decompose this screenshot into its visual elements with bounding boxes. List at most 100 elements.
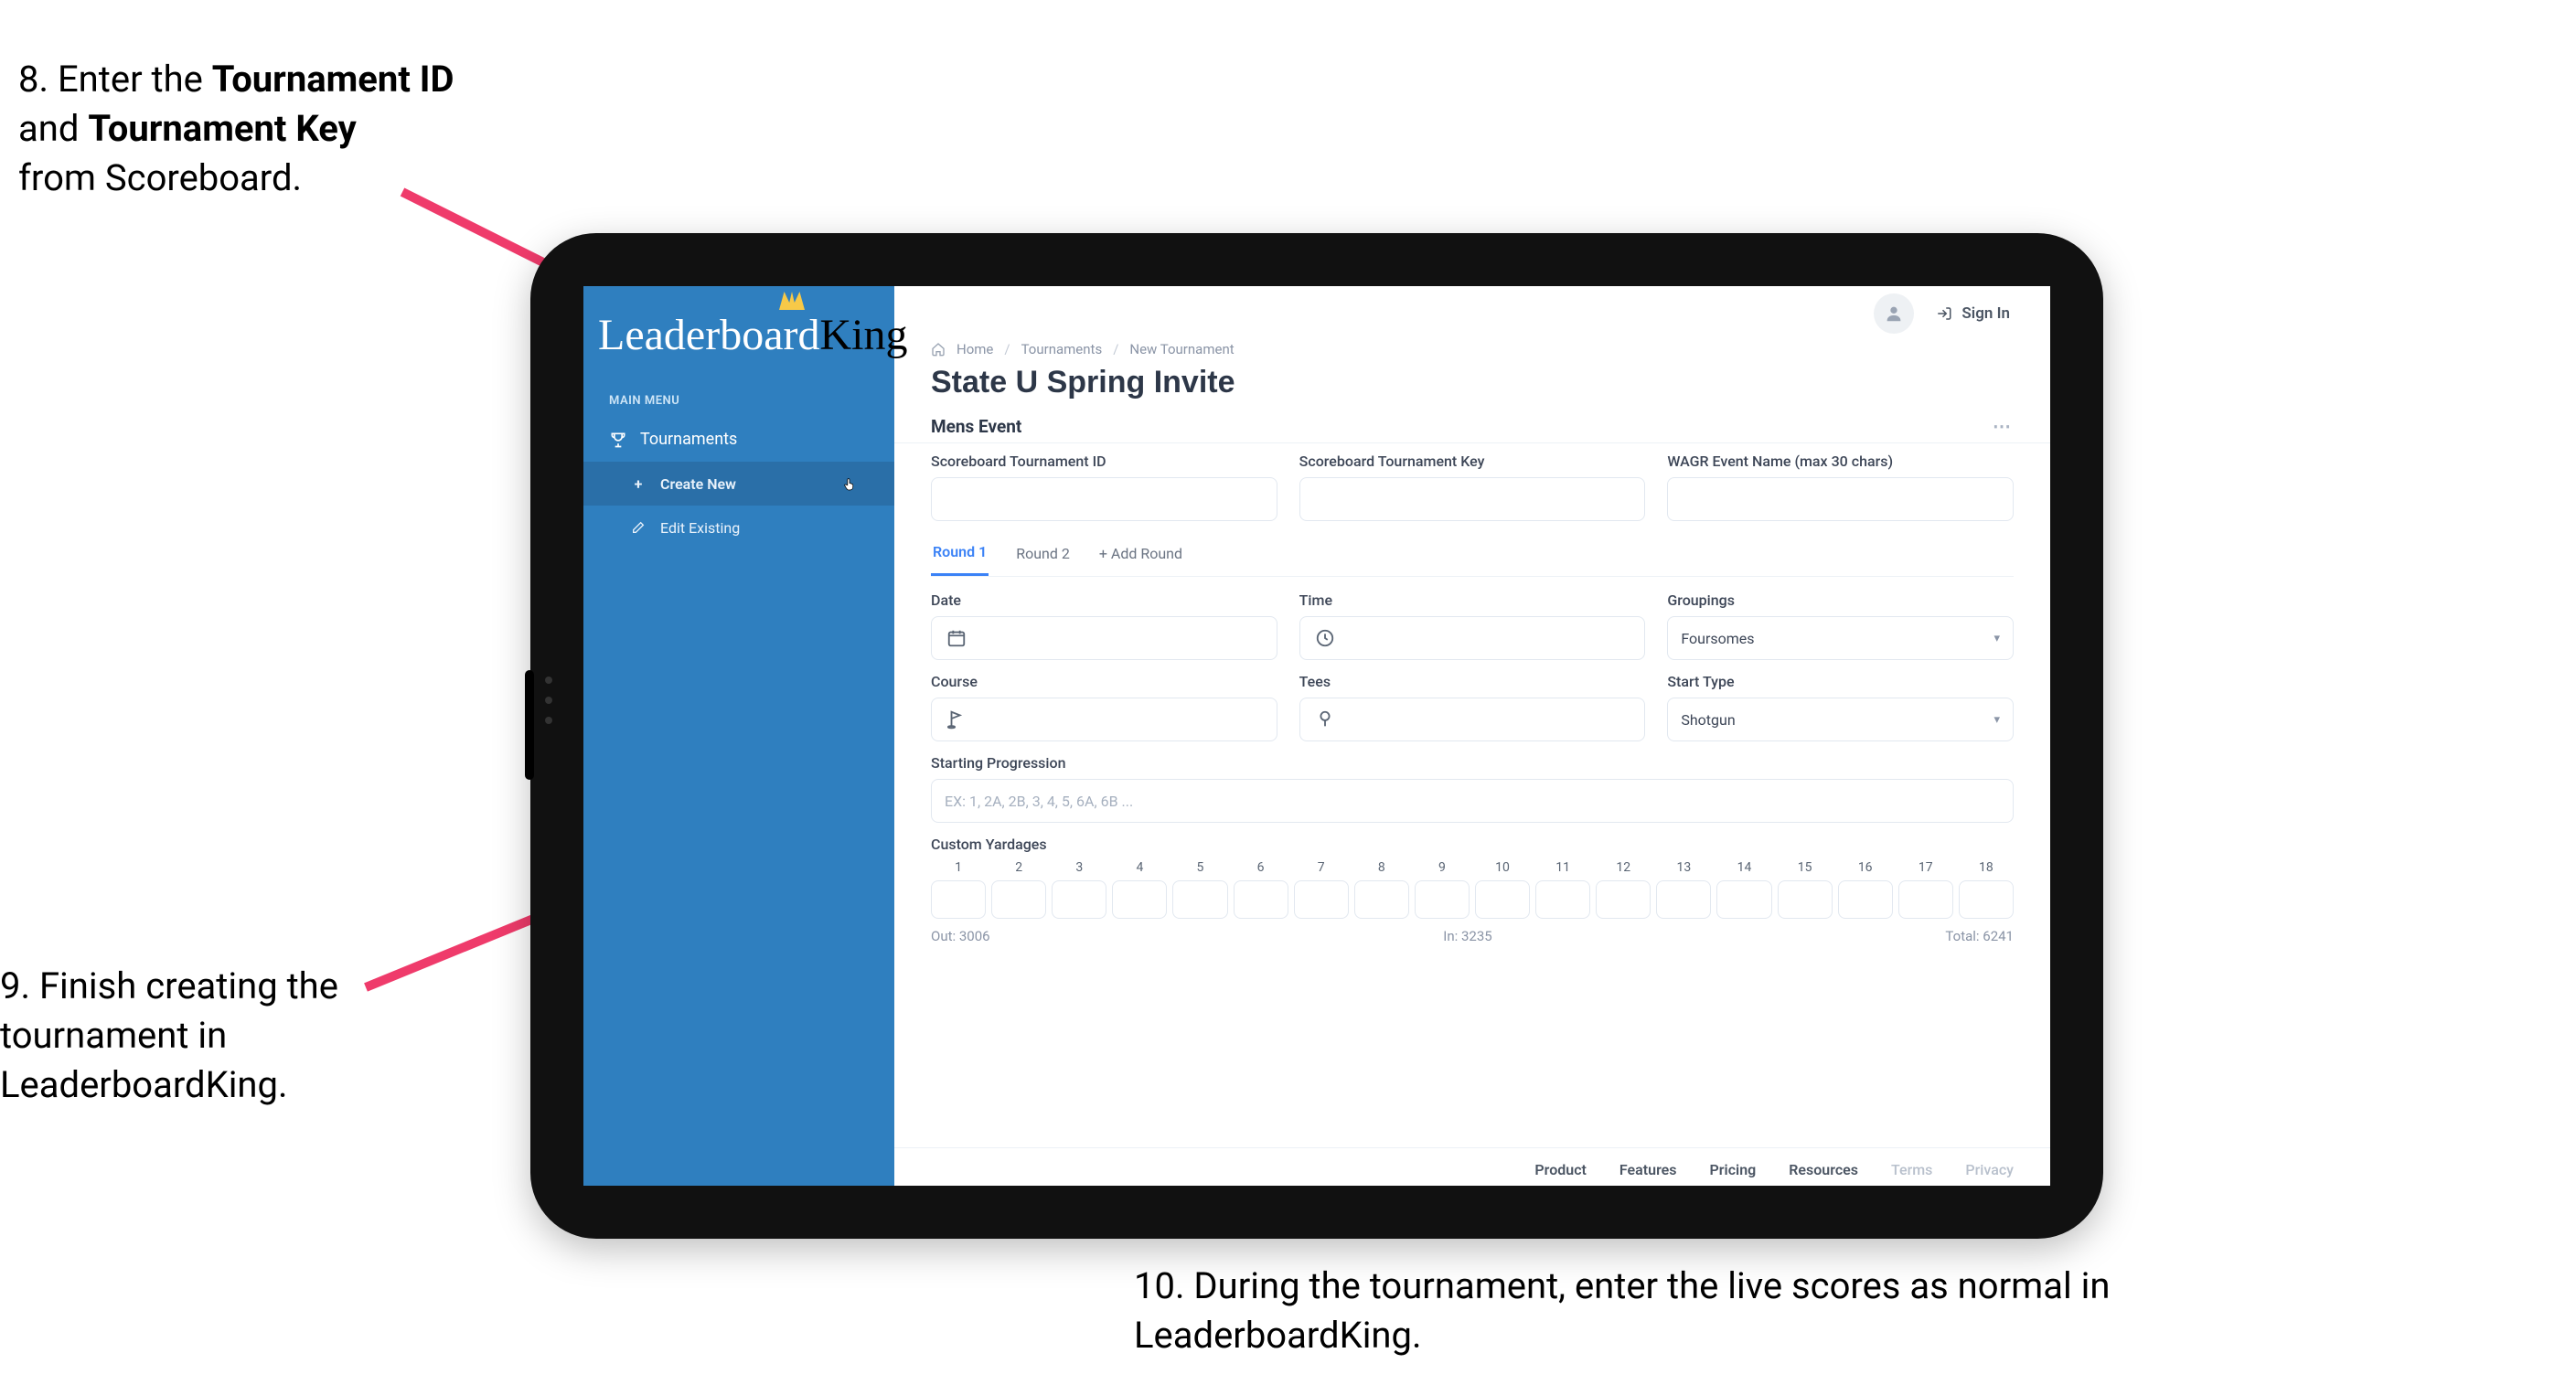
placeholder-text: EX: 1, 2A, 2B, 3, 4, 5, 6A, 6B ...	[945, 793, 1133, 810]
tablet-screen: LeaderboardKing MAIN MENU Tournaments + …	[583, 286, 2050, 1186]
footer-pricing[interactable]: Pricing	[1710, 1161, 1757, 1178]
app-root: LeaderboardKing MAIN MENU Tournaments + …	[583, 286, 2050, 1186]
hole-18: 18	[1959, 860, 2014, 919]
yardage-in: In: 3235	[1443, 928, 1491, 944]
hole-number: 4	[1112, 860, 1167, 875]
input-starting-progression[interactable]: EX: 1, 2A, 2B, 3, 4, 5, 6A, 6B ...	[931, 779, 2014, 823]
hole-yardage-input[interactable]	[1596, 880, 1651, 919]
hole-number: 5	[1172, 860, 1227, 875]
hole-2: 2	[991, 860, 1046, 919]
crown-icon	[779, 292, 805, 310]
label-tees: Tees	[1299, 673, 1646, 690]
hole-number: 3	[1052, 860, 1106, 875]
section-title: Mens Event	[931, 416, 1021, 437]
hole-number: 18	[1959, 860, 2014, 875]
yardage-total: Total: 6241	[1945, 928, 2014, 944]
hole-yardage-input[interactable]	[1415, 880, 1470, 919]
clock-icon	[1313, 626, 1337, 650]
sidebar-item-label: Edit Existing	[660, 519, 740, 537]
hole-yardage-input[interactable]	[1778, 880, 1833, 919]
hole-6: 6	[1234, 860, 1288, 919]
input-course[interactable]	[931, 698, 1277, 741]
breadcrumb: Home / Tournaments / New Tournament	[894, 341, 2050, 357]
label-course: Course	[931, 673, 1277, 690]
footer-features[interactable]: Features	[1619, 1161, 1677, 1178]
hole-yardage-input[interactable]	[1716, 880, 1771, 919]
hole-4: 4	[1112, 860, 1167, 919]
select-groupings[interactable]: Foursomes ▾	[1667, 616, 2014, 660]
hole-yardage-input[interactable]	[1838, 880, 1893, 919]
hole-yardage-input[interactable]	[1898, 880, 1953, 919]
hole-12: 12	[1596, 860, 1651, 919]
sidebar-item-label: Create New	[660, 475, 736, 493]
page-title: State U Spring Invite	[894, 357, 2050, 415]
tab-add-round[interactable]: Add Round	[1097, 536, 1184, 575]
chevron-down-icon: ▾	[1993, 713, 2000, 727]
label-start-type: Start Type	[1667, 673, 2014, 690]
footer-resources[interactable]: Resources	[1789, 1161, 1858, 1178]
input-sb-id[interactable]	[931, 477, 1277, 521]
sidebar-item-create-new[interactable]: + Create New	[583, 462, 894, 506]
label-sb-id: Scoreboard Tournament ID	[931, 453, 1277, 470]
cursor-hand-icon	[841, 474, 858, 495]
input-sb-key[interactable]	[1299, 477, 1646, 521]
hole-yardage-input[interactable]	[1112, 880, 1167, 919]
input-wagr[interactable]	[1667, 477, 2014, 521]
crumb-tournaments[interactable]: Tournaments	[1021, 341, 1103, 357]
section-header: Mens Event ⋯	[894, 415, 2050, 443]
edit-icon	[629, 518, 647, 537]
hole-number: 10	[1475, 860, 1530, 875]
footer-terms[interactable]: Terms	[1891, 1161, 1932, 1178]
hole-8: 8	[1354, 860, 1409, 919]
hole-number: 16	[1838, 860, 1893, 875]
round-tabs: Round 1 Round 2 Add Round	[931, 534, 2014, 577]
hole-17: 17	[1898, 860, 1953, 919]
label-date: Date	[931, 591, 1277, 609]
main-panel: Sign In Home / Tournaments / New Tournam…	[894, 286, 2050, 1186]
input-time[interactable]	[1299, 616, 1646, 660]
avatar[interactable]	[1874, 293, 1914, 334]
hole-7: 7	[1294, 860, 1349, 919]
hole-13: 13	[1656, 860, 1711, 919]
hole-3: 3	[1052, 860, 1106, 919]
hole-yardage-input[interactable]	[1052, 880, 1106, 919]
input-tees[interactable]	[1299, 698, 1646, 741]
flag-icon	[945, 708, 968, 731]
topbar: Sign In	[894, 286, 2050, 341]
footer-product[interactable]: Product	[1534, 1161, 1587, 1178]
hole-yardage-input[interactable]	[1294, 880, 1349, 919]
calendar-icon	[945, 626, 968, 650]
hole-yardage-input[interactable]	[1354, 880, 1409, 919]
hole-yardage-input[interactable]	[1959, 880, 2014, 919]
more-icon[interactable]: ⋯	[1993, 415, 2014, 437]
step-9: 9. Finish creating the tournament in Lea…	[0, 962, 393, 1110]
hole-yardage-input[interactable]	[1656, 880, 1711, 919]
label-sb-key: Scoreboard Tournament Key	[1299, 453, 1646, 470]
footer-privacy[interactable]: Privacy	[1965, 1161, 2014, 1178]
sign-in-button[interactable]: Sign In	[1936, 304, 2010, 323]
input-date[interactable]	[931, 616, 1277, 660]
sidebar: LeaderboardKing MAIN MENU Tournaments + …	[583, 286, 894, 1186]
tab-round-2[interactable]: Round 2	[1014, 536, 1072, 575]
hole-yardage-input[interactable]	[1234, 880, 1288, 919]
app-logo: LeaderboardKing	[598, 295, 880, 374]
tablet-frame: LeaderboardKing MAIN MENU Tournaments + …	[530, 233, 2103, 1239]
hole-15: 15	[1778, 860, 1833, 919]
tee-icon	[1313, 708, 1337, 731]
hole-yardage-input[interactable]	[1172, 880, 1227, 919]
select-start-type[interactable]: Shotgun ▾	[1667, 698, 2014, 741]
tab-round-1[interactable]: Round 1	[931, 534, 989, 576]
hole-number: 2	[991, 860, 1046, 875]
hole-number: 12	[1596, 860, 1651, 875]
hole-yardage-input[interactable]	[1535, 880, 1590, 919]
sidebar-item-tournaments[interactable]: Tournaments	[583, 417, 894, 462]
tablet-speaker-dots	[545, 677, 552, 724]
hole-yardage-input[interactable]	[1475, 880, 1530, 919]
sidebar-item-edit-existing[interactable]: Edit Existing	[583, 506, 894, 549]
form-area: Scoreboard Tournament ID Scoreboard Tour…	[894, 453, 2050, 963]
hole-yardage-input[interactable]	[931, 880, 986, 919]
hole-yardage-input[interactable]	[991, 880, 1046, 919]
crumb-home[interactable]: Home	[957, 341, 993, 357]
yardage-holes-row: 123456789101112131415161718	[931, 860, 2014, 919]
signin-arrow-icon	[1936, 305, 1952, 322]
